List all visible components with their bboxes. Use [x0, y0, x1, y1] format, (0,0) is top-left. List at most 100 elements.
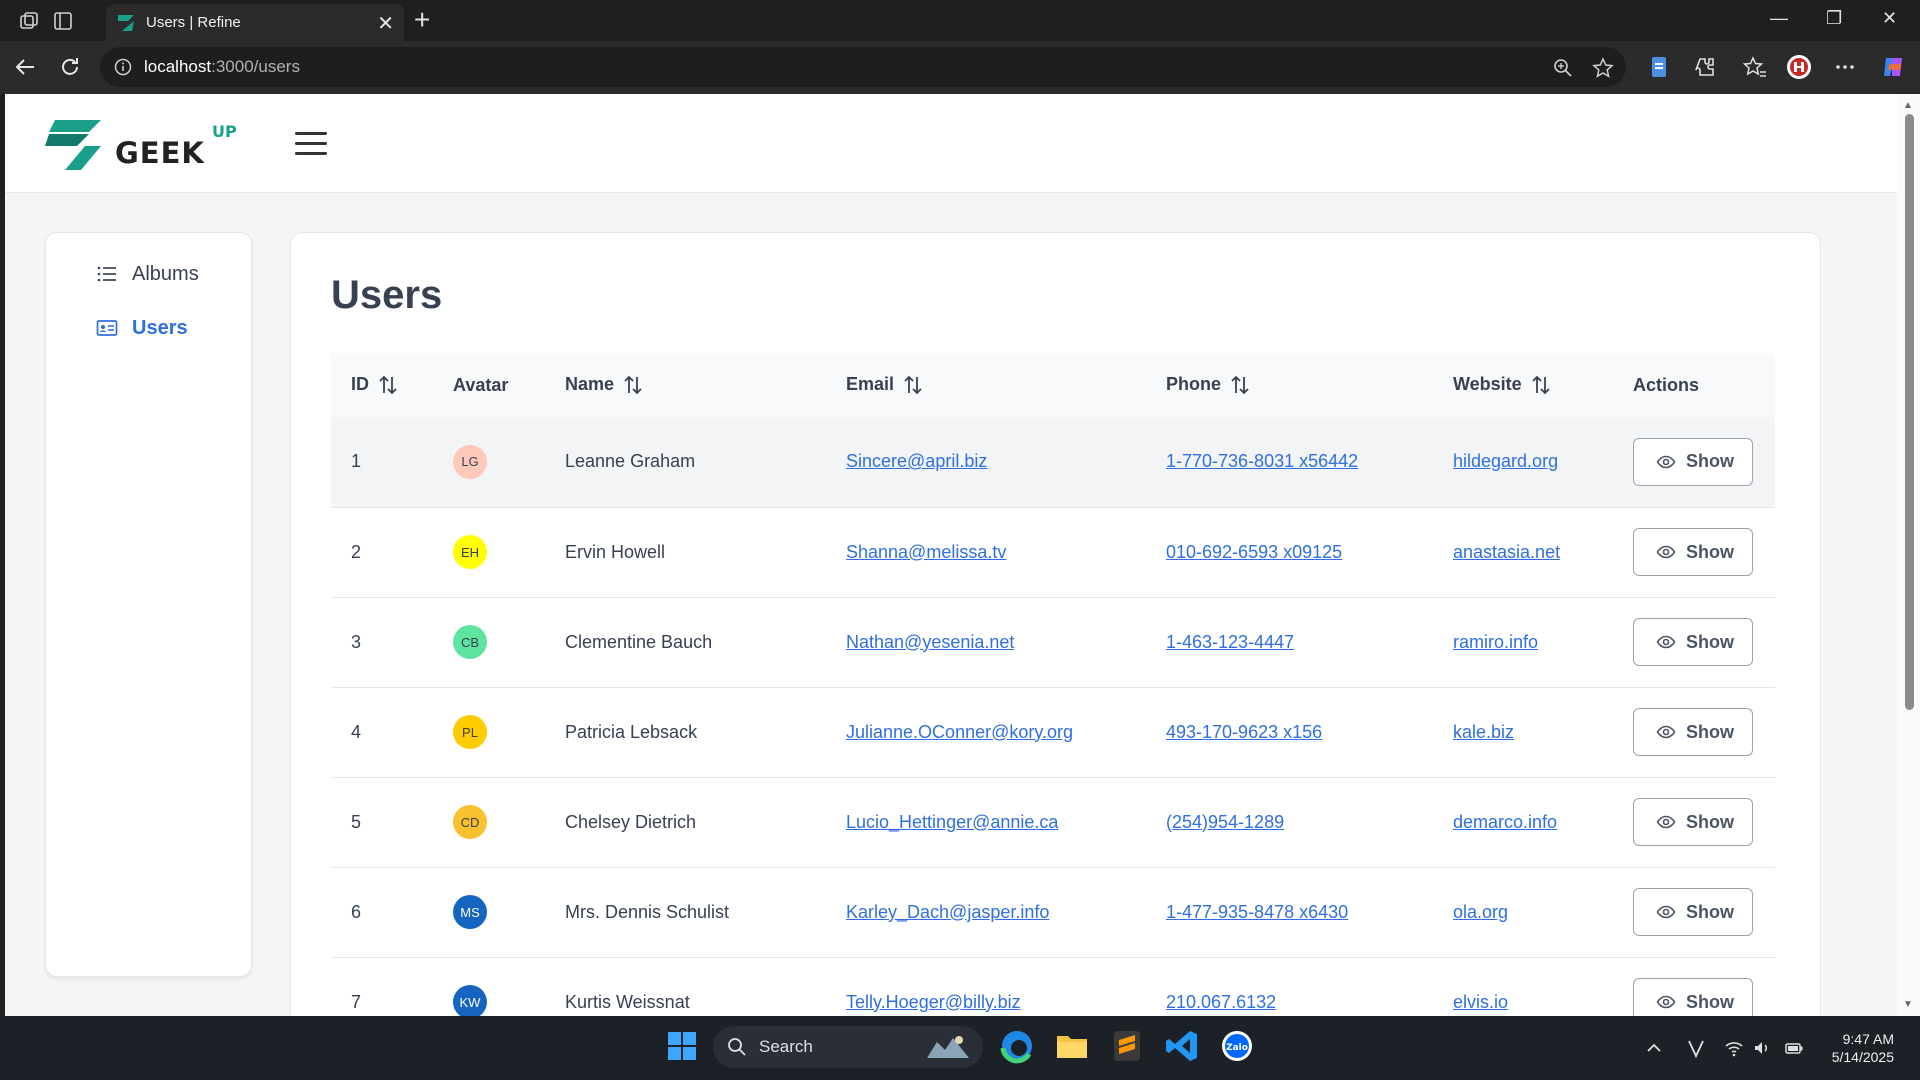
website-link[interactable]: elvis.io	[1453, 992, 1508, 1012]
cell-phone: 1-477-935-8478 x6430	[1146, 867, 1433, 957]
zoom-icon[interactable]	[1552, 57, 1574, 79]
url-bar[interactable]: localhost:3000/users	[100, 47, 1626, 87]
column-header-label: Name	[565, 373, 615, 394]
more-options-icon[interactable]	[1832, 54, 1858, 80]
vertical-tabs-icon[interactable]	[52, 10, 74, 32]
phone-link[interactable]: 1-770-736-8031 x56442	[1166, 451, 1358, 471]
favorite-star-icon[interactable]	[1592, 57, 1614, 79]
email-link[interactable]: Lucio_Hettinger@annie.ca	[846, 812, 1058, 832]
cell-name: Leanne Graham	[565, 451, 696, 472]
site-info-icon[interactable]	[114, 58, 132, 76]
page-scrollbar[interactable]: ▲ ▼	[1897, 94, 1920, 1016]
avatar: CB	[453, 625, 487, 659]
volume-icon[interactable]	[1752, 1038, 1772, 1058]
scroll-down-icon[interactable]: ▼	[1903, 999, 1913, 1010]
file-explorer-icon[interactable]	[1054, 1028, 1090, 1064]
email-link[interactable]: Telly.Hoeger@billy.biz	[846, 992, 1021, 1012]
website-link[interactable]: anastasia.net	[1453, 542, 1560, 562]
column-header-id[interactable]: ID	[331, 353, 433, 417]
menu-toggle-icon[interactable]	[295, 132, 327, 156]
restore-button[interactable]: ❐	[1826, 8, 1842, 29]
show-button[interactable]: Show	[1633, 618, 1753, 666]
show-button[interactable]: Show	[1633, 528, 1753, 576]
battery-icon[interactable]	[1784, 1038, 1804, 1058]
sidebar-item-users[interactable]: Users	[96, 311, 188, 345]
cell-id: 1	[351, 451, 362, 472]
phone-link[interactable]: 1-477-935-8478 x6430	[1166, 902, 1348, 922]
workspaces-icon[interactable]	[18, 10, 40, 32]
website-link[interactable]: demarco.info	[1453, 812, 1557, 832]
taskbar-search[interactable]: Search	[713, 1026, 983, 1068]
show-button[interactable]: Show	[1633, 437, 1753, 486]
url-text: localhost:3000/users	[144, 57, 300, 76]
copilot-icon[interactable]	[1880, 54, 1906, 80]
phone-link[interactable]: 493-170-9623 x156	[1166, 722, 1322, 742]
cell-id: 6	[351, 901, 362, 922]
sort-icon[interactable]	[1530, 374, 1552, 396]
phone-link[interactable]: (254)954-1289	[1166, 812, 1284, 832]
vivaldi-tray-icon[interactable]	[1686, 1038, 1706, 1058]
show-button[interactable]: Show	[1633, 978, 1753, 1016]
new-tab-button[interactable]: +	[414, 4, 430, 36]
table-row: 7 KW Kurtis Weissnat Telly.Hoeger@billy.biz…	[331, 957, 1775, 1016]
windows-start-icon[interactable]	[664, 1028, 700, 1064]
sort-icon[interactable]	[1229, 374, 1251, 396]
scroll-up-icon[interactable]: ▲	[1903, 100, 1913, 111]
table-header-row: ID Avatar Name Email Phone Website Actions	[331, 353, 1775, 417]
cell-name: Patricia Lebsack	[565, 721, 698, 742]
active-tab[interactable]: Users | Refine ✕	[106, 4, 404, 41]
users-list-card: Users ID Avatar Name Email Phone Website Actio…	[290, 232, 1821, 1016]
email-link[interactable]: Shanna@melissa.tv	[846, 542, 1006, 562]
show-button[interactable]: Show	[1633, 888, 1753, 936]
sublime-text-icon[interactable]	[1109, 1028, 1145, 1064]
geekup-logo[interactable]: GEEK UP	[45, 118, 245, 172]
show-button-label: Show	[1686, 541, 1734, 562]
column-header-name[interactable]: Name	[545, 353, 826, 417]
show-hidden-icons-icon[interactable]	[1644, 1038, 1664, 1058]
sort-icon[interactable]	[377, 374, 399, 396]
website-link[interactable]: hildegard.org	[1453, 451, 1558, 471]
eye-icon	[1656, 995, 1676, 1009]
column-header-website[interactable]: Website	[1433, 353, 1613, 417]
reload-icon[interactable]	[57, 54, 83, 80]
close-window-button[interactable]: ✕	[1882, 8, 1897, 29]
phone-link[interactable]: 010-692-6593 x09125	[1166, 542, 1342, 562]
email-link[interactable]: Nathan@yesenia.net	[846, 632, 1014, 652]
column-header-email[interactable]: Email	[826, 353, 1146, 417]
column-header-phone[interactable]: Phone	[1146, 353, 1433, 417]
extensions-icon[interactable]	[1692, 54, 1718, 80]
zalo-icon[interactable]: Zalo	[1219, 1028, 1255, 1064]
wifi-icon[interactable]	[1724, 1038, 1744, 1058]
phone-link[interactable]: 210.067.6132	[1166, 992, 1276, 1012]
profile-avatar-icon[interactable]	[1786, 54, 1812, 80]
email-link[interactable]: Julianne.OConner@kory.org	[846, 722, 1073, 742]
avatar: KW	[453, 985, 487, 1016]
cell-avatar: MS	[433, 867, 545, 957]
cell-website: ramiro.info	[1433, 597, 1613, 687]
website-link[interactable]: kale.biz	[1453, 722, 1514, 742]
scrollbar-thumb[interactable]	[1905, 114, 1914, 710]
avatar: PL	[453, 715, 487, 749]
tab-close-icon[interactable]: ✕	[377, 11, 394, 36]
back-icon[interactable]	[12, 54, 38, 80]
cell-phone: 010-692-6593 x09125	[1146, 507, 1433, 597]
show-button[interactable]: Show	[1633, 798, 1753, 846]
email-link[interactable]: Karley_Dach@jasper.info	[846, 902, 1049, 922]
website-link[interactable]: ola.org	[1453, 902, 1508, 922]
website-link[interactable]: ramiro.info	[1453, 632, 1538, 652]
phone-link[interactable]: 1-463-123-4447	[1166, 632, 1294, 652]
cell-email: Lucio_Hettinger@annie.ca	[826, 777, 1146, 867]
system-clock[interactable]: 9:47 AM 5/14/2025	[1824, 1030, 1894, 1066]
cell-avatar: LG	[433, 417, 545, 507]
sort-icon[interactable]	[622, 374, 644, 396]
vscode-icon[interactable]	[1164, 1028, 1200, 1064]
sort-icon[interactable]	[902, 374, 924, 396]
sidebar-item-albums[interactable]: Albums	[96, 257, 199, 291]
cell-name: Chelsey Dietrich	[565, 811, 697, 832]
favorites-icon[interactable]	[1742, 54, 1768, 80]
minimize-button[interactable]: —	[1770, 8, 1788, 29]
show-button[interactable]: Show	[1633, 708, 1753, 756]
edge-browser-icon[interactable]	[999, 1028, 1035, 1064]
document-extension-icon[interactable]	[1646, 54, 1672, 80]
email-link[interactable]: Sincere@april.biz	[846, 451, 987, 471]
